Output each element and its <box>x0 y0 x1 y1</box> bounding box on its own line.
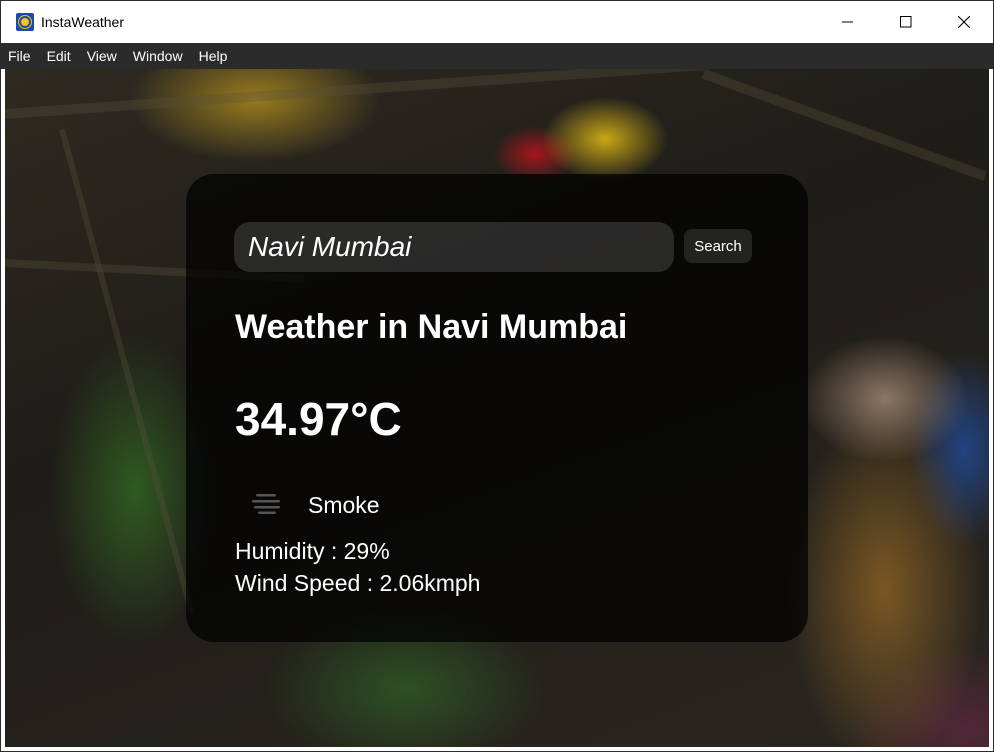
title-bar[interactable]: InstaWeather <box>1 1 993 43</box>
menu-help[interactable]: Help <box>191 43 236 69</box>
app-window: InstaWeather File Edit View Window Help … <box>0 0 994 752</box>
smoke-icon <box>252 494 280 514</box>
close-icon <box>958 16 970 28</box>
app-logo-icon <box>16 13 34 31</box>
weather-city-title: Weather in Navi Mumbai <box>235 308 628 346</box>
menu-bar: File Edit View Window Help <box>1 43 993 69</box>
minimize-button[interactable] <box>819 1 877 43</box>
wind-speed-reading: Wind Speed : 2.06kmph <box>235 570 481 596</box>
close-button[interactable] <box>935 1 993 43</box>
window-title: InstaWeather <box>41 14 125 30</box>
window-controls <box>819 1 993 43</box>
maximize-icon <box>900 16 912 28</box>
weather-card: Search Weather in Navi Mumbai 34.97°C Sm… <box>186 174 808 642</box>
menu-edit[interactable]: Edit <box>39 43 79 69</box>
maximize-button[interactable] <box>877 1 935 43</box>
weather-condition: Smoke <box>308 492 380 518</box>
search-button[interactable]: Search <box>684 229 752 263</box>
minimize-icon <box>842 21 853 23</box>
humidity-reading: Humidity : 29% <box>235 538 390 564</box>
menu-view[interactable]: View <box>79 43 125 69</box>
search-input[interactable] <box>234 222 674 272</box>
background-image: Search Weather in Navi Mumbai 34.97°C Sm… <box>5 69 989 747</box>
menu-window[interactable]: Window <box>125 43 191 69</box>
temperature-value: 34.97°C <box>235 393 402 445</box>
menu-file[interactable]: File <box>1 43 39 69</box>
